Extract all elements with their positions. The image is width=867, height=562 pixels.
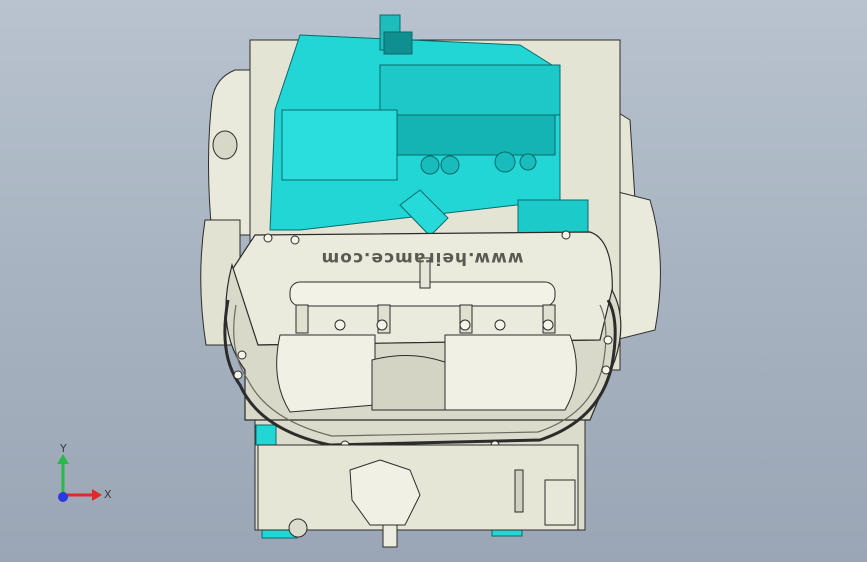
oil-pan[interactable] [257, 444, 579, 548]
engine-model-view[interactable]: www.heiramce.com [0, 0, 867, 562]
triad-x-label: X [104, 488, 112, 501]
triad-y-label: Y [59, 442, 67, 455]
coordinate-triad: Y X [57, 442, 112, 502]
y-axis-arrowhead [57, 454, 69, 464]
x-axis-arrowhead [92, 489, 102, 501]
plenum-logo-text: www.heiramce.com [320, 248, 523, 268]
z-axis-dot [58, 492, 68, 502]
graphics-viewport[interactable]: www.heiramce.com Y X [0, 0, 867, 562]
